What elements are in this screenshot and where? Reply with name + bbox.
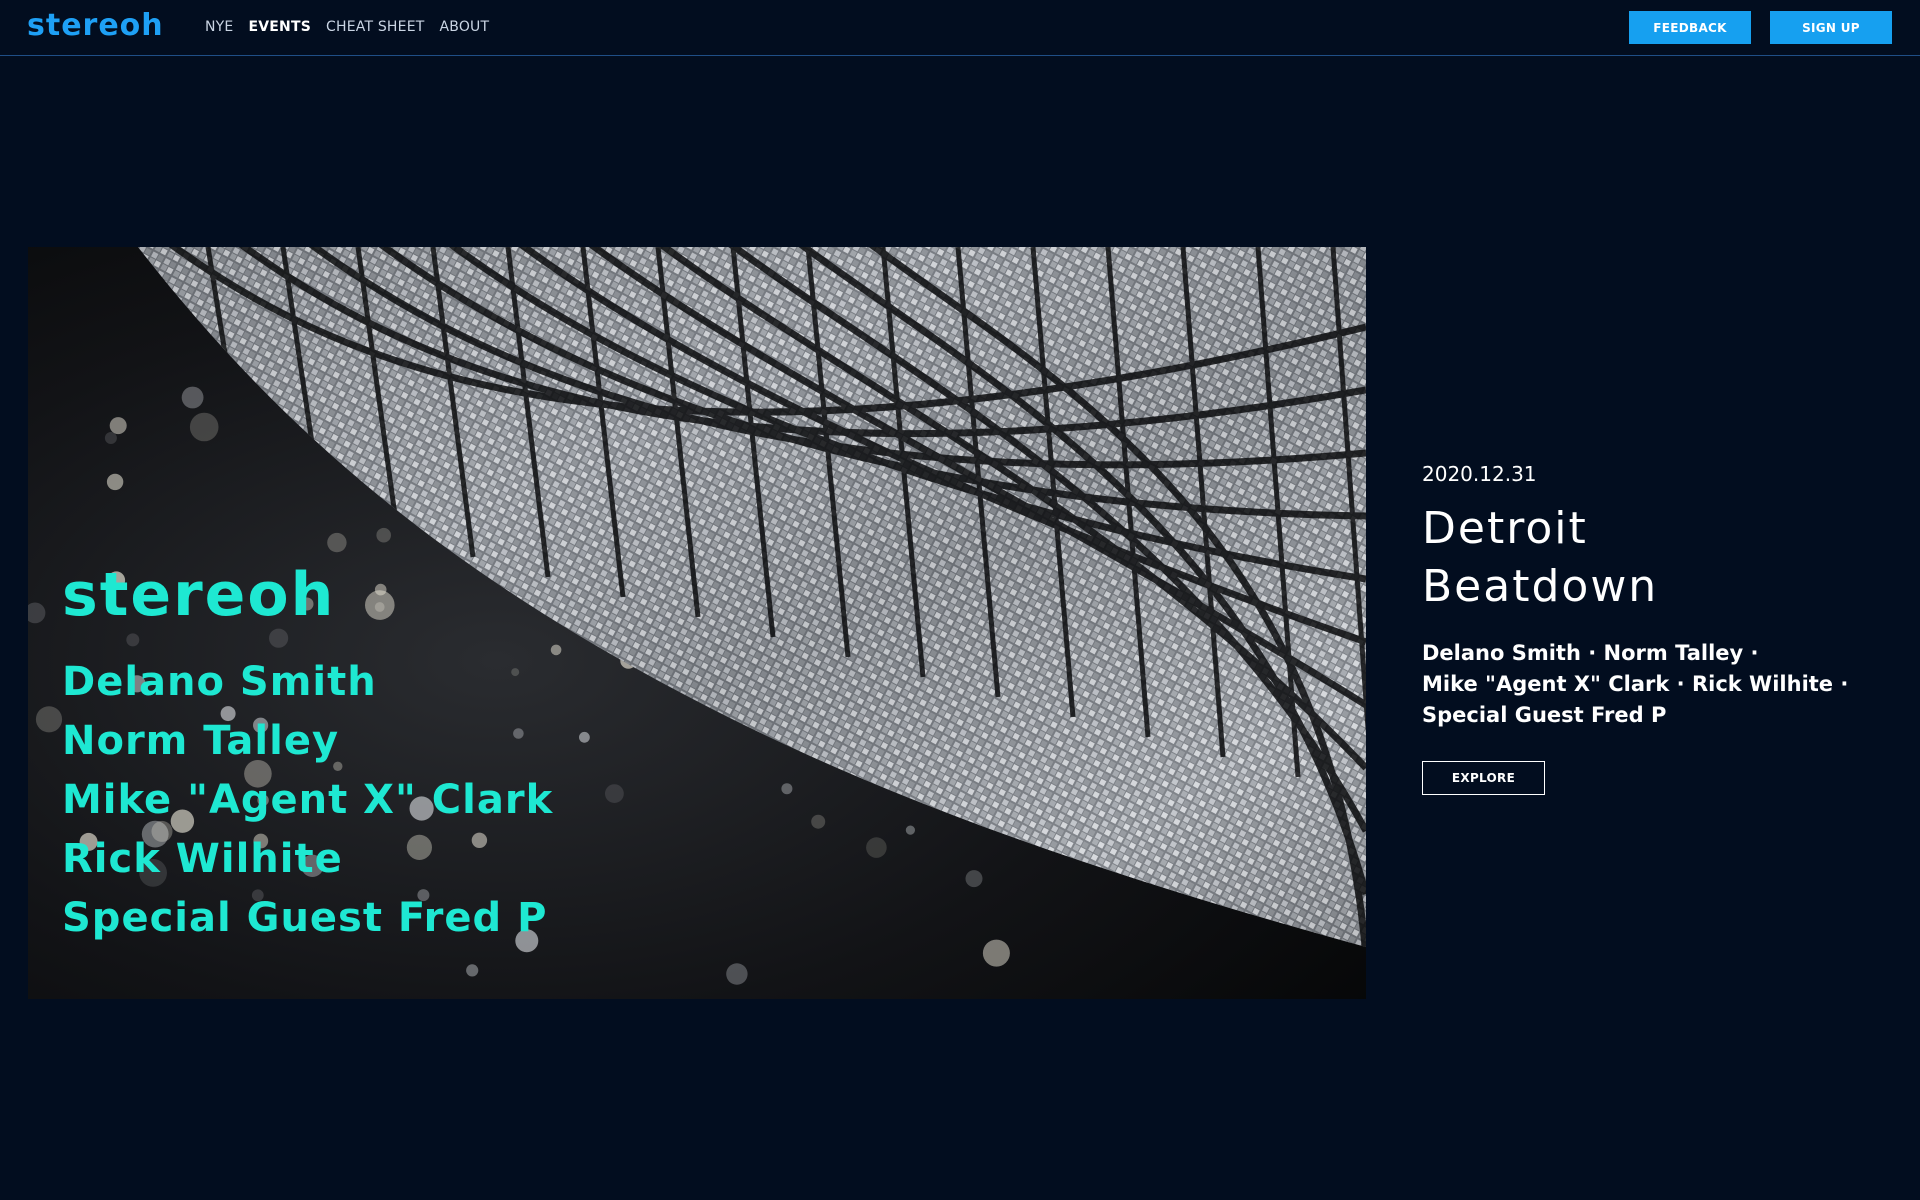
bokeh-light [811,814,826,829]
feedback-button[interactable]: FEEDBACK [1629,11,1751,44]
hero-artist-4: Rick Wilhite [62,836,343,882]
bokeh-light [579,731,590,743]
explore-button[interactable]: EXPLORE [1422,761,1545,795]
hero-artist-5: Special Guest Fred P [62,895,548,941]
hero-lineup-text: stereoh Delano Smith Norm Talley Mike "A… [62,559,553,948]
bokeh-light [726,963,748,985]
event-lineup: Delano Smith · Norm Talley · Mike "Agent… [1422,638,1892,731]
event-lineup-line-3: Special Guest Fred P [1422,703,1667,727]
bokeh-light [327,532,347,553]
hero-artist-1: Delano Smith [62,659,377,705]
nav-item-about[interactable]: ABOUT [440,19,490,35]
bokeh-light [104,432,117,444]
bokeh-light [35,706,63,733]
event-date: 2020.12.31 [1422,462,1537,486]
bokeh-light [905,825,916,835]
bokeh-light [781,783,793,795]
sign-up-button[interactable]: SIGN UP [1770,11,1892,44]
nav-item-nye[interactable]: NYE [205,19,233,35]
hero-artist-3: Mike "Agent X" Clark [62,777,554,823]
bokeh-light [605,784,624,803]
event-hero-image[interactable]: stereoh Delano Smith Norm Talley Mike "A… [28,247,1366,999]
event-lineup-line-1: Delano Smith · Norm Talley · [1422,641,1759,665]
event-title-line-2: Beatdown [1422,561,1659,612]
bokeh-light [189,412,219,442]
bokeh-light [106,473,124,491]
bokeh-light [965,870,983,888]
hero-artist-2: Norm Talley [62,718,340,764]
main-nav: NYE EVENTS CHEAT SHEET ABOUT [205,0,489,54]
bokeh-light [982,939,1010,967]
bokeh-light [109,417,127,435]
event-title[interactable]: Detroit Beatdown [1422,500,1892,616]
event-title-line-1: Detroit [1422,503,1588,554]
event-lineup-line-2: Mike "Agent X" Clark · Rick Wilhite · [1422,672,1849,696]
bokeh-light [466,964,479,977]
bokeh-light [866,837,887,858]
event-info-panel: 2020.12.31 Detroit Beatdown Delano Smith… [1422,460,1892,795]
brand-logo[interactable]: stereoh [27,9,164,43]
top-navigation-bar: stereoh NYE EVENTS CHEAT SHEET ABOUT FEE… [0,0,1920,56]
bokeh-light [181,386,204,409]
hero-brand-title: stereoh [62,560,336,630]
nav-item-events[interactable]: EVENTS [248,19,311,35]
nav-item-cheat-sheet[interactable]: CHEAT SHEET [326,19,425,35]
bokeh-light [376,527,392,543]
